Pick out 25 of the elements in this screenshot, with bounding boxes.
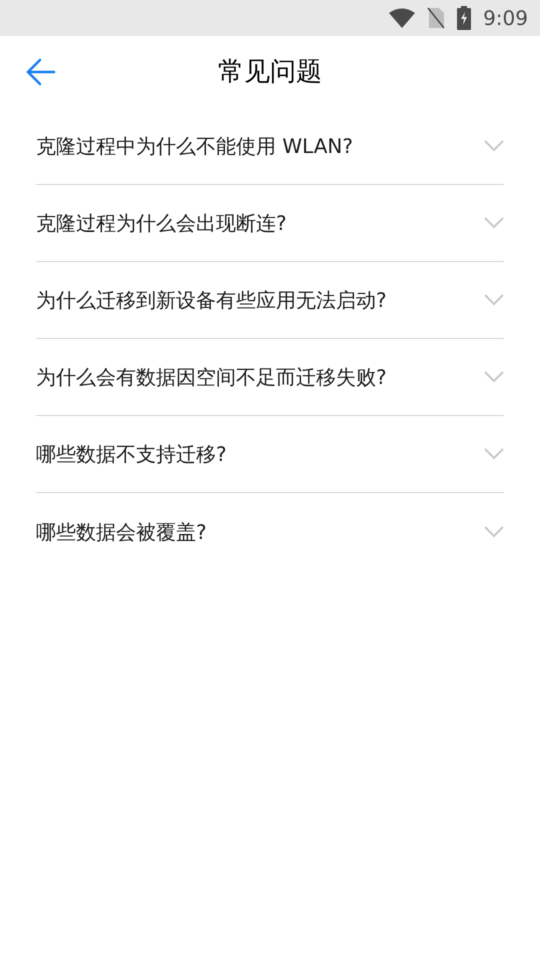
chevron-icon <box>484 140 504 152</box>
faq-item[interactable]: 克隆过程中为什么不能使用 WLAN? <box>36 108 504 185</box>
back-button[interactable] <box>24 56 58 88</box>
back-arrow-icon <box>26 58 56 86</box>
faq-question: 为什么迁移到新设备有些应用无法启动? <box>36 287 387 314</box>
faq-question: 哪些数据会被覆盖? <box>36 518 207 546</box>
faq-item[interactable]: 为什么迁移到新设备有些应用无法启动? <box>36 262 504 339</box>
page-title: 常见问题 <box>218 56 322 88</box>
faq-question: 克隆过程为什么会出现断连? <box>36 210 287 237</box>
status-time: 9:09 <box>483 5 528 32</box>
faq-item[interactable]: 哪些数据不支持迁移? <box>36 416 504 493</box>
faq-item[interactable]: 为什么会有数据因空间不足而迁移失败? <box>36 339 504 416</box>
chevron-icon <box>484 217 504 229</box>
faq-question: 为什么会有数据因空间不足而迁移失败? <box>36 364 387 391</box>
chevron-icon <box>484 448 504 460</box>
faq-item[interactable]: 哪些数据会被覆盖? <box>36 493 504 570</box>
faq-item[interactable]: 克隆过程为什么会出现断连? <box>36 185 504 262</box>
no-sim-icon <box>427 7 446 29</box>
battery-charging-icon <box>457 6 472 30</box>
wifi-icon <box>389 8 416 28</box>
faq-question: 哪些数据不支持迁移? <box>36 441 227 468</box>
faq-question: 克隆过程中为什么不能使用 WLAN? <box>36 133 353 160</box>
chevron-icon <box>484 526 504 538</box>
chevron-icon <box>484 294 504 306</box>
chevron-icon <box>484 371 504 383</box>
